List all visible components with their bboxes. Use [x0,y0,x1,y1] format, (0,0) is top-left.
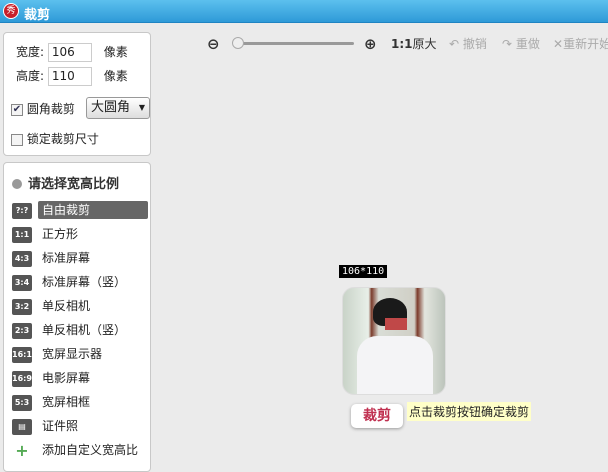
ratio-item-label: 单反相机（竖） [42,323,127,337]
lock-size-label: 锁定裁剪尺寸 [26,132,99,146]
ratio-item[interactable]: ?:? 自由裁剪 [12,201,148,219]
ratio-item-label: 证件照 [42,419,79,433]
round-corner-checkbox[interactable]: ✔ [11,103,23,116]
ratio-badge: 3:2 [12,298,32,315]
ratio-heading: 请选择宽高比例 [12,173,119,192]
round-corner-select[interactable]: 大圆角 ▼ [86,97,150,119]
ratio-item[interactable]: 3:2 单反相机 [12,297,148,315]
ratio-badge: 1:1 [12,226,32,243]
height-input[interactable]: 110 [47,67,92,86]
ratio-item[interactable]: 2:3 单反相机（竖） [12,321,148,339]
lock-size-checkbox[interactable] [11,133,23,146]
redo-button[interactable]: ↷ 重做 [502,34,540,54]
zoom-in-icon[interactable]: ⊕ [364,34,377,54]
window-title: 裁剪 [24,8,51,23]
width-label: 宽度: [16,45,45,59]
ratio-badge: 5:3 [12,394,32,411]
ratio-item-label: 宽屏显示器 [42,347,103,361]
height-unit: 像素 [103,69,128,83]
close-icon: ✕ [553,37,564,51]
ratio-badge: 2:3 [12,322,32,339]
ratio-item[interactable]: 1:1 正方形 [12,225,148,243]
original-size-label: 原大 [412,37,437,51]
restart-label: 重新开始 [563,37,608,51]
ratio-badge: ?:? [12,202,32,219]
ratio-item[interactable]: 16:9 电影屏幕 [12,369,148,387]
ratio-panel: 请选择宽高比例 ?:? 自由裁剪 1:1 正方形 4:3 标准屏幕 3:4 标准屏幕（竖） 3:… [3,162,151,472]
round-corner-label: 圆角裁剪 [26,102,75,116]
crop-preview-image[interactable] [342,287,446,395]
ratio-badge: 16:10 [12,346,37,363]
width-unit: 像素 [103,45,128,59]
ratio-item-label: 标准屏幕 [42,251,91,265]
ratio-item[interactable]: + 添加自定义宽高比 [12,441,148,459]
ratio-heading-text: 请选择宽高比例 [28,177,120,192]
app-logo-icon: 秀 [3,3,19,19]
crop-button[interactable]: 裁剪 [351,404,403,428]
ratio-item[interactable]: ▤ 证件照 [12,417,148,435]
undo-label: 撤销 [462,37,487,51]
title-bar: 秀 裁剪 [0,0,608,23]
size-panel: 宽度: 106 像素 高度: 110 像素 ✔ 圆角裁剪 大圆角 ▼ 锁定裁剪尺寸 [3,32,151,156]
ratio-item[interactable]: 16:10 宽屏显示器 [12,345,148,363]
chevron-down-icon: ▼ [138,103,145,112]
redo-icon: ↷ [502,37,513,51]
ratio-item-label: 宽屏相框 [42,395,91,409]
zoom-slider-knob[interactable] [232,37,244,49]
restart-button[interactable]: ✕重新开始 [553,34,608,54]
ratio-item[interactable]: 3:4 标准屏幕（竖） [12,273,148,291]
undo-button[interactable]: ↶ 撤销 [449,34,487,54]
height-label: 高度: [16,69,45,83]
original-size-ratio: 1:1 [391,37,413,51]
zoom-out-icon[interactable]: ⊖ [207,34,220,54]
ratio-item-label: 单反相机 [42,299,91,313]
undo-icon: ↶ [449,37,460,51]
ratio-item-label: 电影屏幕 [42,371,91,385]
ratio-badge: 16:9 [12,370,32,387]
ratio-item-label: 标准屏幕（竖） [42,275,127,289]
ratio-badge: 3:4 [12,274,32,291]
ratio-badge: 4:3 [12,250,32,267]
original-size-button[interactable]: 1:1原大 [391,34,437,54]
ratio-item-label: 添加自定义宽高比 [42,443,139,457]
ratio-item[interactable]: 4:3 标准屏幕 [12,249,148,267]
zoom-slider[interactable] [232,37,354,49]
crop-size-badge: 106*110 [339,265,388,278]
plus-icon: + [15,440,29,460]
crop-tip: 点击裁剪按钮确定裁剪 [407,402,532,421]
ratio-item[interactable]: 5:3 宽屏相框 [12,393,148,411]
ratio-item-label: 自由裁剪 [38,201,148,219]
ratio-item-label: 正方形 [42,227,79,241]
id-card-icon: ▤ [12,418,32,435]
width-input[interactable]: 106 [47,43,92,62]
bullet-icon [12,179,22,189]
round-corner-value: 大圆角 [91,100,131,115]
redo-label: 重做 [515,37,540,51]
